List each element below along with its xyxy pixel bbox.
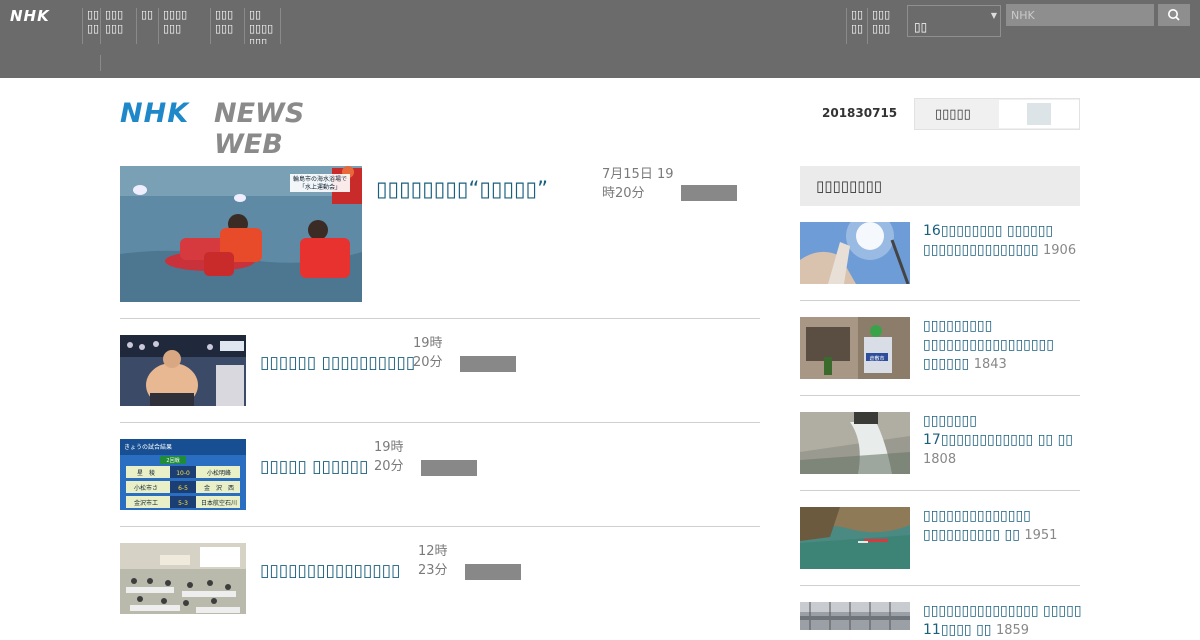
ranking-heading: ▯▯▯▯▯▯▯▯	[816, 177, 883, 195]
ranking-divider	[800, 395, 1080, 396]
region-select-value: ▯▯	[914, 20, 928, 34]
meeting-room-photo	[120, 543, 246, 614]
score-row-3-score: 5-3	[178, 500, 188, 507]
score-row-1-left: 星 稜	[137, 469, 155, 477]
nhk-logo[interactable]: NHK	[10, 7, 66, 25]
ranking-thumbnail-2[interactable]: 倉敷市	[800, 317, 910, 379]
caption-line-1: 輪島市の海水浴場で	[293, 175, 347, 183]
score-row-3-left: 金沢市工	[134, 499, 158, 507]
ranking-item-5[interactable]: ▯▯▯▯▯▯▯▯▯▯▯▯▯▯▯ ▯▯▯▯▯ 11▯▯▯▯ ▯▯ 1859	[923, 602, 1083, 640]
ranking-thumbnail-5[interactable]	[800, 602, 910, 630]
nav-divider	[280, 8, 285, 44]
ranking-item-2[interactable]: ▯▯▯▯▯▯▯▯▯ ▯▯▯▯▯▯▯▯▯▯▯▯▯▯▯▯▯ ▯▯▯▯▯▯ 1843	[923, 317, 1083, 374]
dam-discharge-photo	[800, 412, 910, 474]
ranking-item-title: 16▯▯▯▯▯▯▯▯ ▯▯▯▯▯▯ ▯▯▯▯▯▯▯▯▯▯▯▯▯▯▯	[923, 223, 1054, 258]
story-time-3: 12時 23分	[418, 544, 448, 578]
story-title-1[interactable]: ▯▯▯▯▯▯ ▯▯▯▯▯▯▯▯▯▯	[260, 353, 415, 373]
logo-news-web-text: NEWS WEB	[214, 98, 305, 160]
ranking-item-count: 1951	[1024, 528, 1058, 543]
ranking-item-1[interactable]: 16▯▯▯▯▯▯▯▯ ▯▯▯▯▯▯ ▯▯▯▯▯▯▯▯▯▯▯▯▯▯▯ 1906	[923, 222, 1083, 260]
ranking-thumbnail-1[interactable]	[800, 222, 910, 284]
story-title-3[interactable]: ▯▯▯▯▯▯▯▯▯▯▯▯▯▯▯	[260, 561, 400, 581]
score-row-3-right: 日本航空石川	[201, 499, 237, 507]
chevron-down-icon: ▼	[990, 11, 997, 20]
sumo-photo	[120, 335, 246, 406]
ranking-divider	[800, 300, 1080, 301]
story-time-0: 7月15日 19 時20分	[602, 167, 674, 201]
ranking-item-count: 1906	[1043, 243, 1077, 258]
story-category-tag-3[interactable]	[465, 564, 521, 580]
score-row-1-score: 10-0	[176, 470, 190, 477]
story-time-2: 19時 20分	[374, 440, 404, 474]
story-category-tag-0[interactable]	[681, 185, 737, 201]
ranking-item-4[interactable]: ▯▯▯▯▯▯▯▯▯▯▯▯▯▯ ▯▯▯▯▯▯▯▯▯▯ ▯▯ 1951	[923, 507, 1083, 545]
ranking-divider	[800, 585, 1080, 586]
story-thumbnail-1[interactable]	[120, 335, 246, 406]
ranking-thumbnail-3[interactable]	[800, 412, 910, 474]
ranking-item-count: 1808	[923, 452, 957, 467]
story-title-0[interactable]: ▯▯▯▯▯▯▯▯“▯▯▯▯▯”	[376, 177, 548, 201]
scoreboard-round: 2回戦	[166, 457, 179, 464]
score-row-1-right: 小松明峰	[207, 469, 231, 477]
ranking-header: ▯▯▯▯▯▯▯▯	[800, 166, 1080, 206]
page-date: 201830715	[822, 106, 898, 120]
caption-line-2: 「水上運動会」	[299, 183, 341, 191]
nhk-news-web-logo[interactable]: NHK NEWS WEB	[120, 98, 382, 160]
ranking-item-count: 1859	[995, 623, 1030, 638]
search-input[interactable]	[1006, 4, 1154, 26]
ranking-item-title: ▯▯▯▯▯▯▯ 17▯▯▯▯▯▯▯▯▯▯▯▯ ▯▯ ▯▯	[923, 413, 1073, 448]
nav-right-item-1[interactable]: ▯▯ ▯▯	[846, 8, 868, 44]
lead-photo-rescue-drill: 輪島市の海水浴場で 「水上運動会」	[120, 166, 362, 302]
story-divider	[120, 318, 760, 319]
story-category-tag-1[interactable]	[460, 356, 516, 372]
ranking-item-3[interactable]: ▯▯▯▯▯▯▯ 17▯▯▯▯▯▯▯▯▯▯▯▯ ▯▯ ▯▯ 1808	[923, 412, 1083, 469]
story-thumbnail-2[interactable]: きょうの試合結果 2回戦 星 稜 10-0 小松明峰 小松市さ 6-5 金 沢 …	[120, 439, 246, 510]
sns-toggle-box[interactable]: ▯▯▯▯▯	[914, 98, 1080, 130]
story-divider	[120, 422, 760, 423]
ranking-thumbnail-4[interactable]	[800, 507, 910, 569]
nav-item-3[interactable]: ▯▯	[136, 8, 158, 44]
ranking-item-count: 1843	[973, 357, 1007, 372]
ranking-divider	[800, 490, 1080, 491]
score-row-2-score: 6-5	[178, 485, 188, 492]
sns-toggle-switch[interactable]	[999, 100, 1079, 128]
story-category-tag-2[interactable]	[421, 460, 477, 476]
story-thumbnail-3[interactable]	[120, 543, 246, 614]
search-icon	[1168, 9, 1180, 21]
story-title-2[interactable]: ▯▯▯▯▯ ▯▯▯▯▯▯	[260, 457, 368, 477]
nav-sub-divider	[100, 55, 101, 71]
river-gorge-photo	[800, 507, 910, 569]
toggle-knob	[1027, 103, 1051, 125]
nav-item-6[interactable]: ▯▯ ▯▯▯▯ ▯▯▯	[244, 8, 284, 44]
global-nav-bar: NHK ▯▯ ▯▯ ▯▯▯ ▯▯▯ ▯▯ ▯▯▯▯ ▯▯▯ ▯▯▯ ▯▯▯ ▯▯…	[0, 0, 1200, 78]
story-divider	[120, 526, 760, 527]
story-time-1: 19時 20分	[413, 336, 443, 370]
baseball-scoreboard-graphic: きょうの試合結果 2回戦 星 稜 10-0 小松明峰 小松市さ 6-5 金 沢 …	[120, 439, 246, 510]
disaster-worker-photo: 倉敷市	[800, 317, 910, 379]
scoreboard-heading: きょうの試合結果	[124, 443, 172, 451]
ranking-item-title: ▯▯▯▯▯▯▯▯▯▯▯▯▯▯ ▯▯▯▯▯▯▯▯▯▯ ▯▯	[923, 508, 1031, 543]
nav-right-item-2[interactable]: ▯▯▯ ▯▯▯	[867, 8, 907, 44]
heat-sky-photo	[800, 222, 910, 284]
score-row-2-right: 金 沢 西	[204, 484, 234, 492]
sns-toggle-label: ▯▯▯▯▯	[935, 107, 971, 122]
score-row-2-left: 小松市さ	[134, 484, 158, 492]
search-button[interactable]	[1158, 4, 1190, 26]
stadium-photo	[800, 602, 910, 630]
worker-vest-badge: 倉敷市	[869, 355, 884, 362]
region-select[interactable]: ▯▯ ▼	[907, 5, 1001, 37]
story-thumbnail-0[interactable]: 輪島市の海水浴場で 「水上運動会」	[120, 166, 362, 302]
nav-item-4[interactable]: ▯▯▯▯ ▯▯▯	[158, 8, 210, 44]
logo-nhk-text: NHK	[120, 98, 190, 129]
